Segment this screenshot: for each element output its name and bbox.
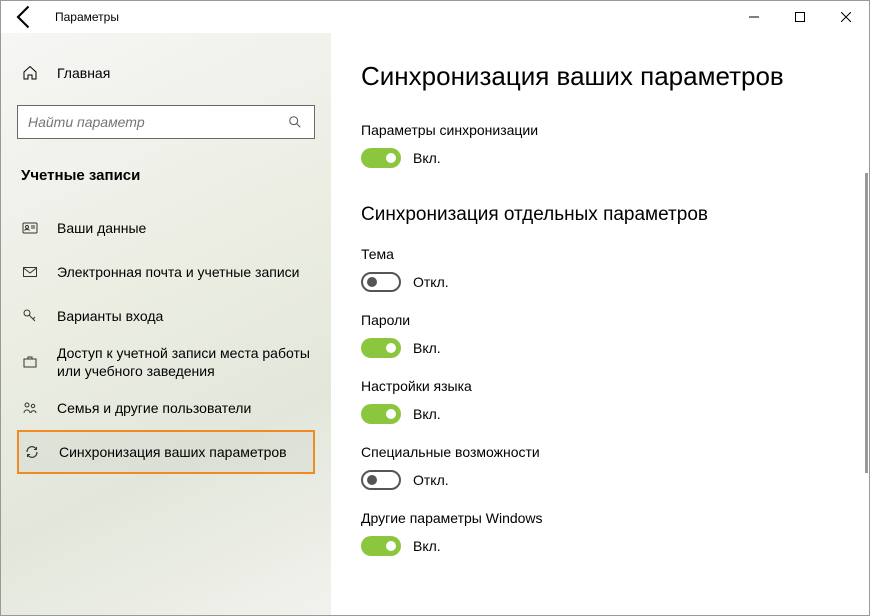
sidebar-item-label: Синхронизация ваших параметров (59, 443, 287, 461)
sidebar-item-label: Ваши данные (57, 219, 146, 237)
sidebar-item-family[interactable]: Семья и другие пользователи (17, 386, 315, 430)
setting-sync-master: Параметры синхронизации Вкл. (361, 122, 839, 168)
window-title: Параметры (55, 10, 119, 24)
page-title: Синхронизация ваших параметров (361, 61, 839, 92)
section-heading: Учетные записи (17, 167, 315, 184)
sidebar: Главная Учетные записи Ваши данные Элект… (1, 33, 331, 615)
minimize-button[interactable] (731, 1, 777, 33)
individual-heading: Синхронизация отдельных параметров (361, 204, 839, 226)
sync-icon (23, 443, 41, 461)
close-button[interactable] (823, 1, 869, 33)
mail-icon (21, 263, 39, 281)
toggle-state-text: Вкл. (413, 340, 441, 356)
sidebar-item-label: Варианты входа (57, 307, 163, 325)
search-icon[interactable] (286, 113, 304, 131)
window-controls (731, 1, 869, 33)
briefcase-icon (21, 353, 39, 371)
content-area: Синхронизация ваших параметров Параметры… (331, 33, 869, 615)
sidebar-item-signin-options[interactable]: Варианты входа (17, 294, 315, 338)
back-button[interactable] (11, 3, 39, 31)
setting-label: Настройки языка (361, 378, 839, 394)
setting-theme: Тема Откл. (361, 246, 839, 292)
setting-label: Специальные возможности (361, 444, 839, 460)
sidebar-item-label: Доступ к учетной записи места работы или… (57, 344, 311, 380)
toggle-state-text: Вкл. (413, 406, 441, 422)
toggle-passwords[interactable] (361, 338, 401, 358)
titlebar: Параметры (1, 1, 869, 33)
home-icon (21, 64, 39, 82)
search-box[interactable] (17, 105, 315, 139)
toggle-other-windows[interactable] (361, 536, 401, 556)
search-input[interactable] (28, 114, 286, 130)
setting-label: Параметры синхронизации (361, 122, 839, 138)
setting-other-windows: Другие параметры Windows Вкл. (361, 510, 839, 556)
toggle-sync-master[interactable] (361, 148, 401, 168)
sidebar-item-label: Электронная почта и учетные записи (57, 263, 299, 281)
setting-label: Тема (361, 246, 839, 262)
toggle-state-text: Откл. (413, 472, 449, 488)
setting-label: Другие параметры Windows (361, 510, 839, 526)
maximize-button[interactable] (777, 1, 823, 33)
toggle-state-text: Вкл. (413, 150, 441, 166)
sidebar-item-sync-settings[interactable]: Синхронизация ваших параметров (17, 430, 315, 474)
setting-language: Настройки языка Вкл. (361, 378, 839, 424)
sidebar-item-label: Семья и другие пользователи (57, 399, 251, 417)
setting-passwords: Пароли Вкл. (361, 312, 839, 358)
sidebar-item-work-access[interactable]: Доступ к учетной записи места работы или… (17, 338, 315, 386)
toggle-language[interactable] (361, 404, 401, 424)
setting-label: Пароли (361, 312, 839, 328)
scrollbar[interactable] (865, 173, 868, 473)
key-icon (21, 307, 39, 325)
toggle-ease-of-access[interactable] (361, 470, 401, 490)
toggle-state-text: Откл. (413, 274, 449, 290)
toggle-theme[interactable] (361, 272, 401, 292)
person-card-icon (21, 219, 39, 237)
setting-ease-of-access: Специальные возможности Откл. (361, 444, 839, 490)
nav-list: Ваши данные Электронная почта и учетные … (17, 206, 315, 474)
home-label: Главная (57, 65, 110, 81)
toggle-state-text: Вкл. (413, 538, 441, 554)
home-link[interactable]: Главная (17, 55, 315, 91)
people-icon (21, 399, 39, 417)
sidebar-item-email-accounts[interactable]: Электронная почта и учетные записи (17, 250, 315, 294)
sidebar-item-your-info[interactable]: Ваши данные (17, 206, 315, 250)
